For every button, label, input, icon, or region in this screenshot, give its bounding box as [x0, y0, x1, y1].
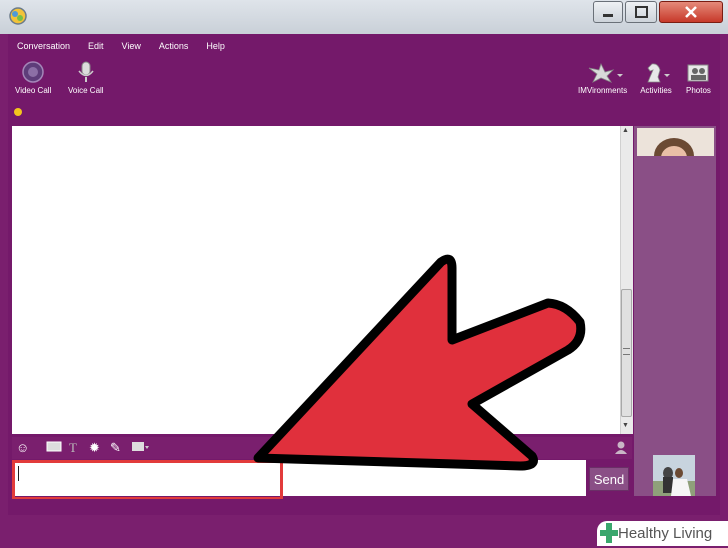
microphone-icon	[68, 60, 104, 84]
formatting-toolbar	[12, 437, 632, 459]
activities-button[interactable]: Activities	[640, 60, 672, 95]
emoticon-icon[interactable]: ☺	[16, 440, 29, 455]
wink-icon[interactable]	[46, 440, 62, 457]
imvironments-icon	[578, 60, 627, 84]
scroll-down-arrow-icon[interactable]: ▼	[622, 422, 629, 429]
paperclip-icon[interactable]: ✎	[110, 440, 121, 456]
menu-conversation[interactable]: Conversation	[8, 38, 79, 56]
contact-side-panel	[634, 126, 716, 496]
watermark-text: Healthy Living	[618, 525, 713, 542]
video-call-button[interactable]: Video Call	[15, 60, 51, 95]
menu-edit[interactable]: Edit	[79, 38, 113, 56]
photos-button[interactable]: Photos	[686, 60, 711, 95]
close-button[interactable]	[659, 1, 723, 23]
photos-label: Photos	[686, 86, 711, 95]
input-highlight-box	[12, 460, 283, 500]
contact-icon[interactable]	[614, 440, 628, 457]
menu-actions[interactable]: Actions	[150, 38, 198, 56]
chess-knight-icon	[640, 60, 672, 84]
maximize-button[interactable]	[625, 1, 657, 23]
menu-view[interactable]: View	[113, 38, 150, 56]
health-cross-icon	[600, 523, 618, 548]
video-call-label: Video Call	[15, 86, 52, 95]
menu-help[interactable]: Help	[197, 38, 234, 56]
scroll-up-arrow-icon[interactable]: ▲	[622, 127, 629, 134]
scrollbar-grip-icon	[623, 348, 630, 355]
video-call-icon	[15, 60, 51, 84]
imvironments-label: IMVironments	[578, 86, 628, 95]
minimize-button[interactable]	[593, 1, 623, 23]
photos-icon	[686, 60, 711, 84]
menu-bar: Conversation Edit View Actions Help	[8, 38, 234, 56]
background-icon[interactable]	[131, 440, 149, 457]
font-icon[interactable]: T	[69, 440, 77, 456]
presence-status-indicator	[14, 108, 22, 116]
my-display-picture[interactable]	[653, 455, 695, 496]
voice-call-label: Voice Call	[68, 86, 104, 95]
activities-label: Activities	[640, 86, 672, 95]
conversation-history[interactable]	[12, 126, 620, 434]
voice-call-button[interactable]: Voice Call	[68, 60, 104, 95]
nudge-icon[interactable]: ✹	[89, 440, 100, 456]
send-button[interactable]: Send	[589, 467, 629, 491]
contact-display-picture[interactable]	[637, 128, 714, 156]
messenger-app-icon	[8, 6, 28, 26]
window-bottom-bar	[8, 499, 720, 515]
imvironments-button[interactable]: IMVironments	[578, 60, 627, 95]
